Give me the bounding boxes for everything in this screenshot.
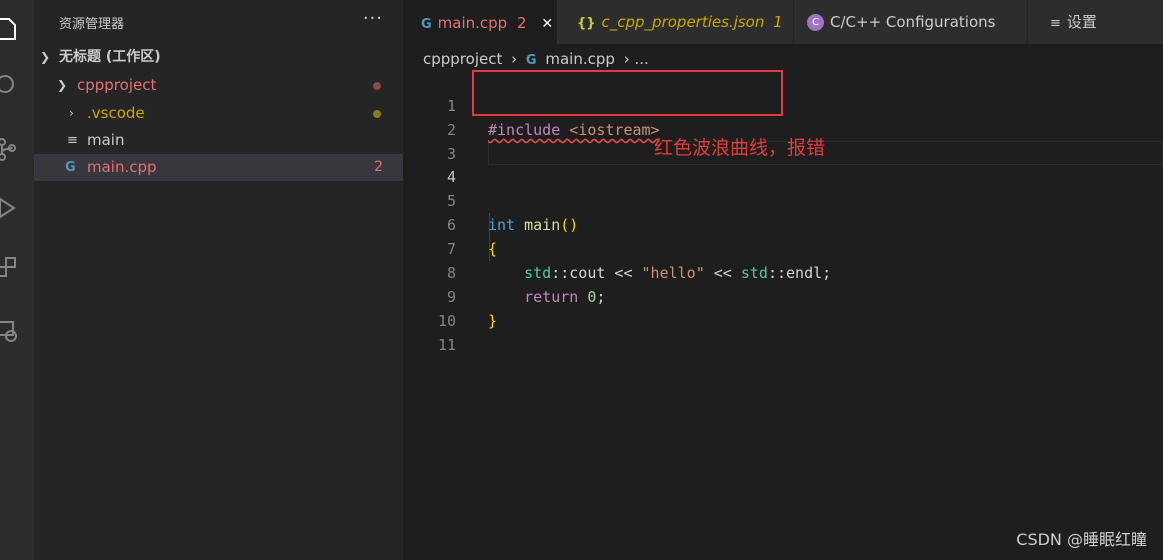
explorer-title: 资源管理器 xyxy=(59,17,125,32)
search-icon[interactable] xyxy=(0,72,20,98)
extensions-icon[interactable] xyxy=(0,256,20,282)
explorer-sidebar: 资源管理器 ··· ❯ 无标题 (工作区) ❯ cppproject › .vs… xyxy=(34,0,403,560)
explorer-icon[interactable] xyxy=(0,16,20,42)
chevron-down-icon: ❯ xyxy=(57,78,68,92)
line-number: 11 xyxy=(437,336,456,354)
workspace-label: 无标题 (工作区) xyxy=(59,49,161,65)
tree-item-vscode[interactable]: › .vscode xyxy=(34,100,403,127)
chevron-down-icon: ❯ xyxy=(40,50,51,64)
tree-item-label: cppproject xyxy=(77,76,157,94)
tab-settings[interactable]: ≡ 设置 xyxy=(1028,0,1163,44)
source-control-icon[interactable] xyxy=(0,136,20,162)
editor-tabs: Gmain.cpp 2 ✕ {} c_cpp_properties.json 1 … xyxy=(403,0,1163,45)
remote-explorer-icon[interactable] xyxy=(0,318,20,344)
tab-label: 设置 xyxy=(1066,13,1097,31)
explorer-header: 资源管理器 ··· xyxy=(34,0,403,44)
code-line: 10 xyxy=(403,285,1163,330)
tree-item-label: main.cpp xyxy=(87,158,157,176)
tree-item-cppproject[interactable]: ❯ cppproject xyxy=(34,72,403,99)
tab-main-cpp[interactable]: Gmain.cpp 2 ✕ xyxy=(403,0,556,45)
code-line: 11 xyxy=(403,309,1163,354)
tree-item-main-cpp[interactable]: G main.cpp 2 xyxy=(34,154,403,181)
tree-item-label: main xyxy=(87,131,125,149)
json-file-icon: {} xyxy=(577,16,596,31)
tab-problem-badge: 1 xyxy=(773,13,783,31)
code-line: 8 return 0; xyxy=(403,237,1163,306)
settings-file-icon: ≡ xyxy=(1050,16,1061,31)
breadcrumb-file[interactable]: main.cpp xyxy=(545,50,615,68)
more-actions-icon[interactable]: ··· xyxy=(363,8,383,29)
cpp-file-icon: G xyxy=(525,53,537,68)
breadcrumb: cppproject › G main.cpp › ... xyxy=(423,48,653,70)
close-icon[interactable]: ✕ xyxy=(541,16,553,32)
tab-label: c_cpp_properties.json xyxy=(601,13,765,31)
run-debug-icon[interactable] xyxy=(0,195,20,221)
tab-problem-badge: 2 xyxy=(517,14,527,32)
code-line: 6 { xyxy=(403,189,1163,258)
code-line: 9 } xyxy=(403,261,1163,330)
tab-c-cpp-properties[interactable]: {} c_cpp_properties.json 1 xyxy=(557,0,793,44)
error-annotation: 红色波浪曲线，报错 xyxy=(654,137,826,159)
tree-item-label: .vscode xyxy=(87,104,145,122)
tree-item-main[interactable]: ≡ main xyxy=(34,127,403,154)
text-file-icon: ≡ xyxy=(67,133,78,148)
workspace-header[interactable]: ❯ 无标题 (工作区) xyxy=(34,44,403,71)
breadcrumb-separator: › xyxy=(511,50,518,68)
tab-label: C/C++ Configurations xyxy=(830,13,996,31)
modified-dot xyxy=(373,82,381,90)
tab-label: main.cpp xyxy=(437,14,508,32)
code-line: 7 std::cout << "hello" << std::endl; xyxy=(403,213,1163,282)
chevron-right-icon: › xyxy=(69,106,74,120)
cpp-file-icon: G xyxy=(65,160,76,175)
watermark: CSDN @睡眠红瞳 xyxy=(1016,530,1147,549)
modified-dot xyxy=(373,110,381,118)
error-highlight-box xyxy=(472,70,783,116)
cpp-extension-icon: C xyxy=(807,14,824,31)
cpp-file-icon: G xyxy=(421,17,432,32)
breadcrumb-tail[interactable]: › ... xyxy=(624,50,649,68)
problem-count: 2 xyxy=(374,159,383,175)
tab-cpp-configurations[interactable]: C C/C++ Configurations xyxy=(794,0,1027,44)
activity-bar xyxy=(0,0,34,560)
breadcrumb-folder[interactable]: cppproject xyxy=(423,50,502,68)
code-line: 5 int main() xyxy=(403,165,1163,234)
